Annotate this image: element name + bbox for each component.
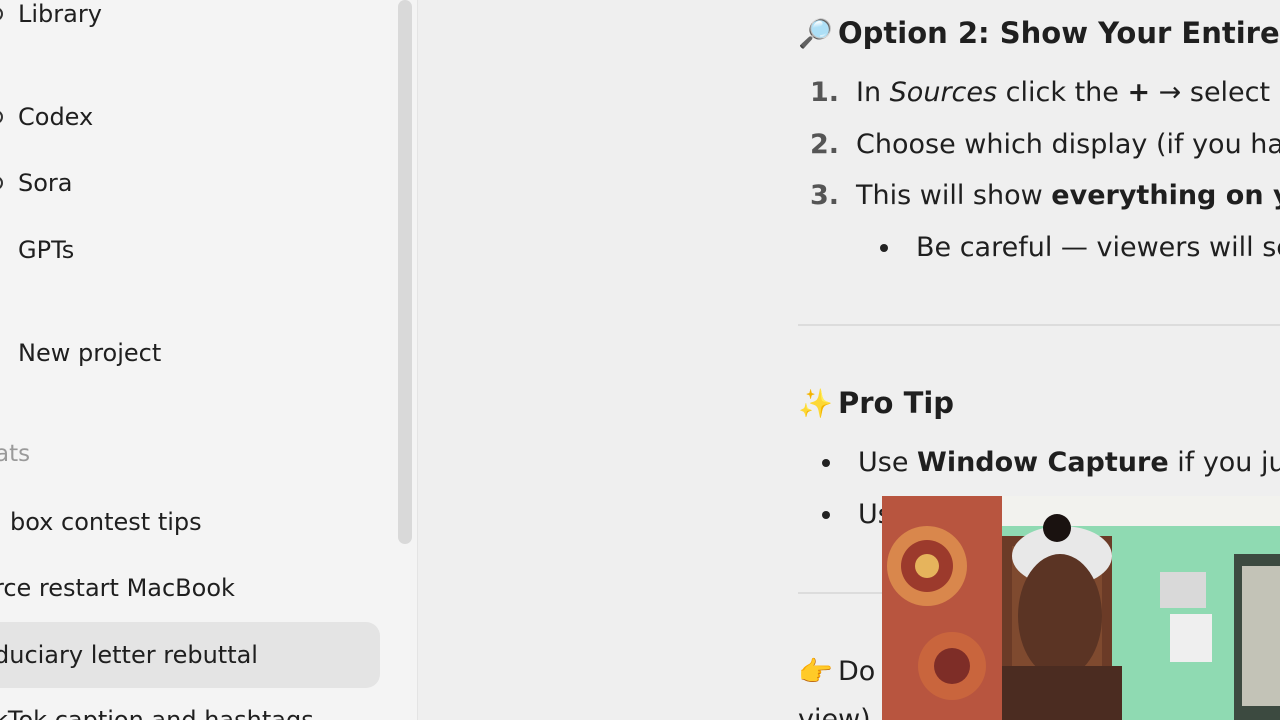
option2-title: Option 2: Show Your Entire S bbox=[838, 16, 1280, 50]
list-number: 1. bbox=[810, 77, 840, 108]
pointing-hand-icon: 👉 bbox=[798, 655, 833, 688]
text: → select D bbox=[1158, 77, 1280, 108]
text: This will show bbox=[856, 180, 1052, 211]
text: In bbox=[856, 77, 890, 108]
bullet-text: Be careful — viewers will se bbox=[916, 232, 1280, 263]
cta-text: Do bbox=[838, 656, 876, 687]
bold-text: + bbox=[1127, 77, 1151, 108]
text: click the bbox=[997, 77, 1128, 108]
cta-line: 👉 Do bbox=[798, 655, 875, 688]
list-item: 3. This will show everything on yo bbox=[810, 180, 1280, 211]
sparkles-icon: ✨ bbox=[798, 386, 833, 420]
list-text: In Sources click the + → select D bbox=[856, 77, 1280, 108]
cta-text-continued: view) bbox=[798, 704, 871, 720]
sub-bullet: Be careful — viewers will se bbox=[880, 232, 1280, 263]
bullet-dot bbox=[880, 243, 888, 252]
list-text: Choose which display (if you hav bbox=[856, 129, 1280, 160]
pro-tip-title: Pro Tip bbox=[838, 386, 955, 420]
text: Use bbox=[858, 447, 918, 478]
list-number: 2. bbox=[810, 129, 840, 160]
list-number: 3. bbox=[810, 180, 840, 211]
webcam-overlay bbox=[882, 496, 1280, 720]
bold-text: Window Capture bbox=[917, 447, 1169, 478]
option2-heading: 🔎 Option 2: Show Your Entire S bbox=[798, 16, 1280, 50]
text: if you just bbox=[1177, 447, 1280, 478]
magnifier-icon: 🔎 bbox=[798, 16, 833, 50]
divider bbox=[798, 324, 1280, 326]
webcam-image bbox=[882, 496, 1280, 720]
bullet-text: Use Window Capture if you just bbox=[858, 447, 1280, 478]
list-item: 1. In Sources click the + → select D bbox=[810, 77, 1280, 108]
italic-text: Sources bbox=[889, 77, 998, 108]
bold-text: everything on yo bbox=[1051, 180, 1280, 211]
bullet-dot bbox=[822, 458, 830, 467]
list-item: 2. Choose which display (if you hav bbox=[810, 129, 1280, 160]
list-text: This will show everything on yo bbox=[856, 180, 1280, 211]
bullet-item: Use Window Capture if you just bbox=[822, 447, 1280, 478]
bullet-dot bbox=[822, 510, 830, 519]
pro-tip-heading: ✨ Pro Tip bbox=[798, 386, 954, 420]
